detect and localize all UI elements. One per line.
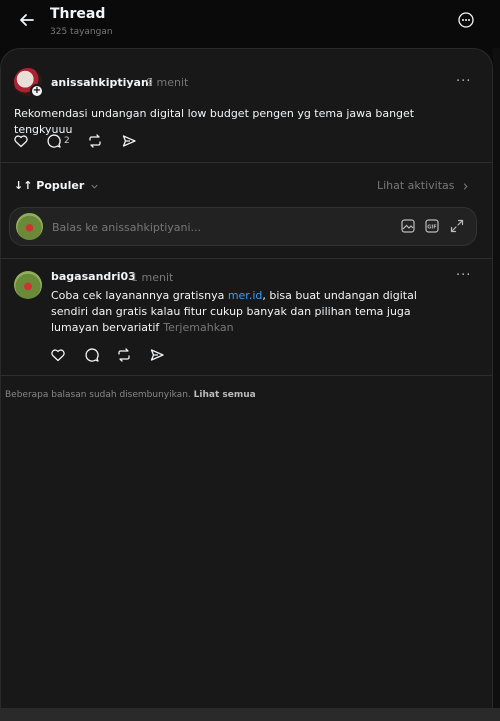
thread-panel bbox=[0, 48, 493, 708]
comment-icon[interactable] bbox=[46, 133, 62, 149]
repost-icon[interactable] bbox=[87, 133, 103, 149]
divider bbox=[0, 375, 493, 376]
comment-avatar[interactable] bbox=[14, 271, 42, 299]
hidden-replies-text: Beberapa balasan sudah disembunyikan. bbox=[5, 390, 191, 400]
share-icon[interactable] bbox=[121, 133, 137, 149]
page-title: Thread bbox=[50, 6, 106, 22]
reply-count: 2 bbox=[64, 136, 70, 146]
post-text: Rekomendasi undangan digital low budget … bbox=[14, 107, 415, 136]
post-time: 9 menit bbox=[146, 76, 189, 89]
bottom-strip bbox=[0, 708, 500, 721]
chevron-down-icon bbox=[91, 184, 98, 189]
share-icon[interactable] bbox=[149, 347, 165, 363]
sort-dropdown[interactable]: ↓↑ Populer bbox=[14, 179, 99, 192]
translate-link[interactable]: Terjemahkan bbox=[163, 321, 233, 334]
comment-icon[interactable] bbox=[84, 347, 100, 363]
svg-text:GIF: GIF bbox=[427, 224, 436, 230]
comment-text-start: Coba cek layanannya gratisnya bbox=[51, 289, 228, 302]
more-circle-icon[interactable] bbox=[458, 12, 474, 28]
divider bbox=[0, 162, 493, 163]
see-all-link[interactable]: Lihat semua bbox=[194, 390, 256, 400]
back-arrow-icon[interactable] bbox=[17, 10, 37, 30]
reply-avatar bbox=[16, 213, 43, 240]
hidden-replies-note: Beberapa balasan sudah disembunyikan. Li… bbox=[5, 390, 256, 400]
view-count: 325 tayangan bbox=[50, 27, 113, 37]
post-username[interactable]: anissahkiptiyani bbox=[51, 76, 153, 89]
expand-icon[interactable] bbox=[449, 218, 465, 234]
divider bbox=[0, 258, 493, 259]
reply-input[interactable] bbox=[52, 219, 352, 235]
post-more-button[interactable]: ··· bbox=[456, 74, 471, 89]
sort-label: ↓↑ Populer bbox=[14, 179, 85, 192]
comment-link[interactable]: mer.id bbox=[228, 289, 263, 302]
chevron-right-icon bbox=[463, 182, 468, 190]
heart-icon[interactable] bbox=[50, 347, 66, 363]
activity-label: Lihat aktivitas bbox=[376, 179, 455, 192]
top-bar: Thread 325 tayangan bbox=[0, 0, 500, 48]
gif-icon[interactable]: GIF bbox=[424, 218, 440, 234]
comment-username[interactable]: bagasandri03 bbox=[51, 270, 136, 283]
comment-text: Coba cek layanannya gratisnya mer.id, bi… bbox=[51, 288, 443, 336]
view-activity-link[interactable]: Lihat aktivitas bbox=[377, 179, 470, 192]
heart-icon[interactable] bbox=[13, 133, 29, 149]
panel-edge bbox=[493, 48, 500, 708]
repost-icon[interactable] bbox=[116, 347, 132, 363]
comment-more-button[interactable]: ··· bbox=[456, 268, 471, 283]
follow-plus-icon[interactable]: + bbox=[30, 84, 44, 98]
image-icon[interactable] bbox=[400, 218, 416, 234]
comment-time: 1 menit bbox=[131, 271, 174, 284]
